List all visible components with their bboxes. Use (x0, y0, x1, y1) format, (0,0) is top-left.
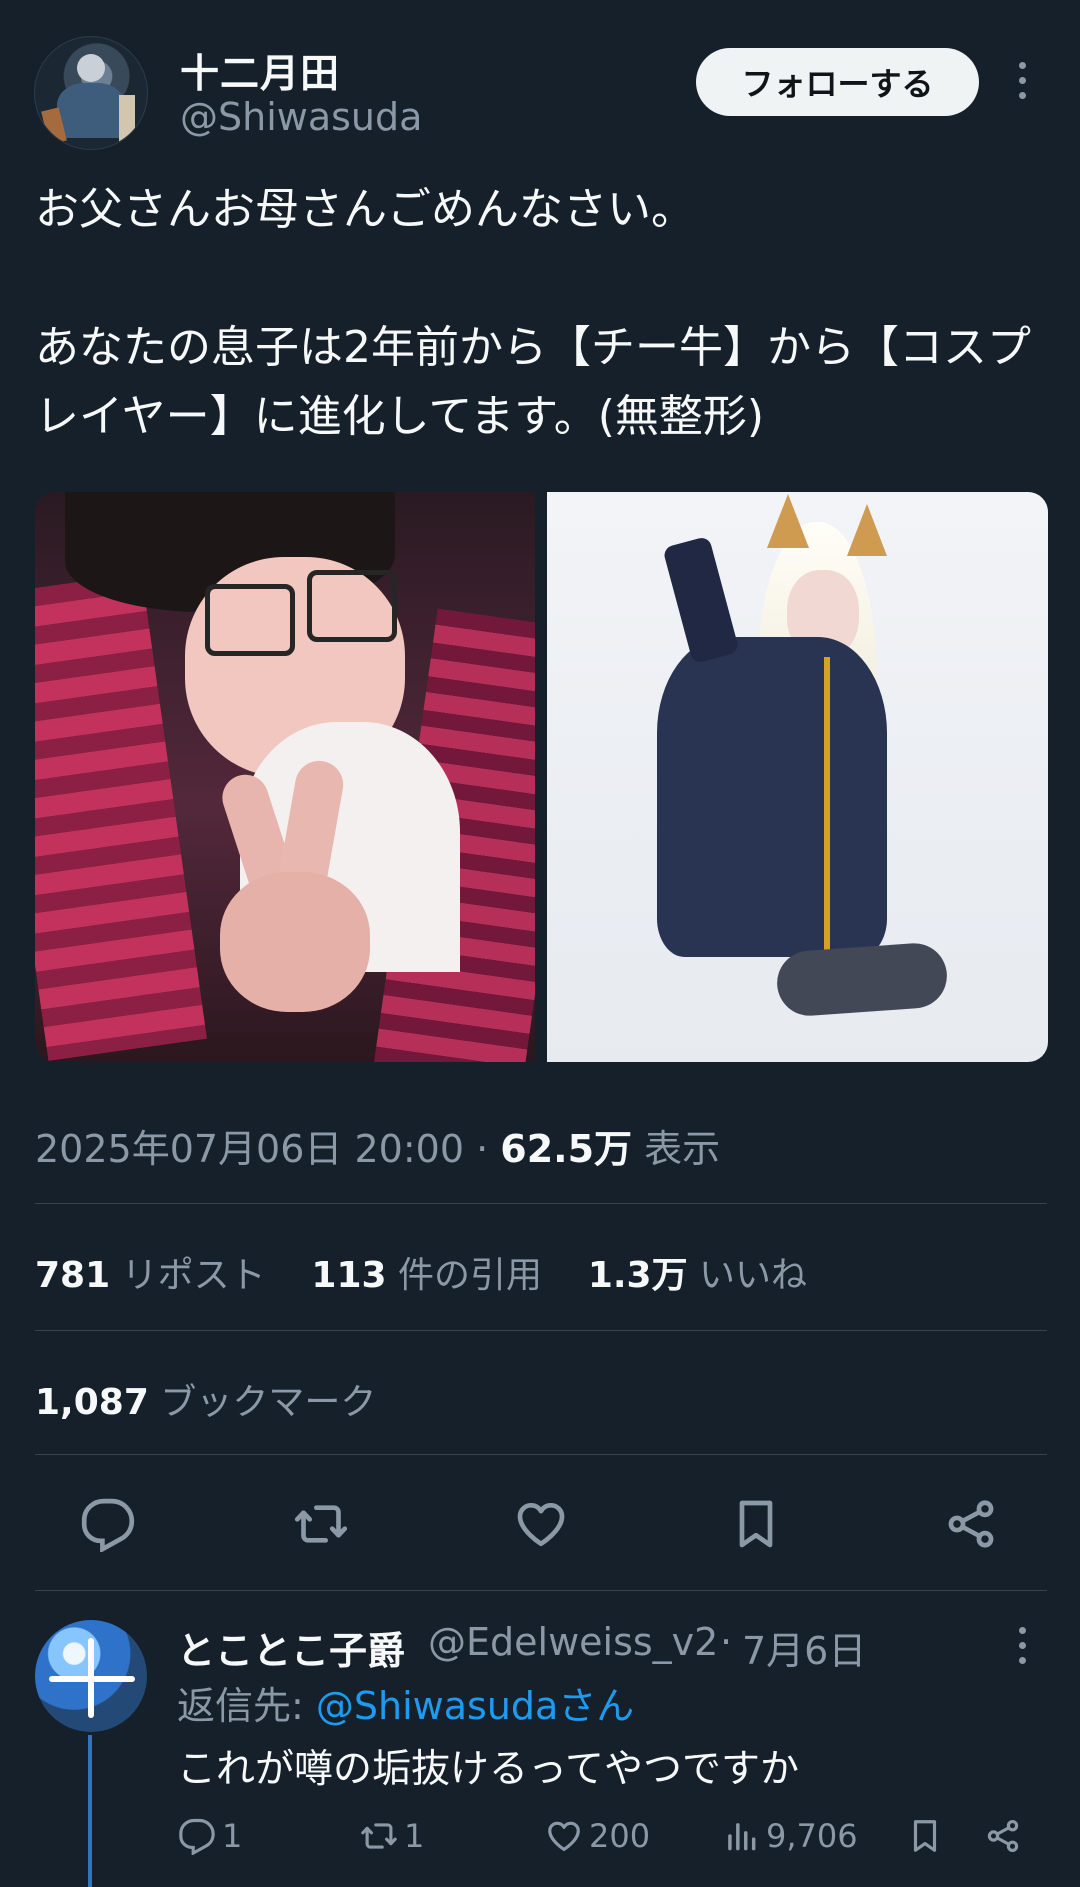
bookmarks-stat[interactable]: 1,087 ブックマーク (35, 1373, 376, 1425)
reply-text: これが噂の垢抜けるってやつですか (177, 1747, 800, 1792)
reply-share-button[interactable] (984, 1816, 1022, 1856)
reposts-label: リポスト (121, 1255, 266, 1296)
reply-handle[interactable]: @Edelweiss_v2 (428, 1620, 718, 1664)
reply-views-count: 9,706 (766, 1817, 858, 1855)
tweet-text: お父さんお母さんごめんなさい。 あなたの息子は2年前から【チー牛】から【コスプレ… (35, 184, 1031, 442)
reply-to-label: 返信先: (177, 1684, 316, 1728)
photo-after[interactable] (547, 492, 1048, 1062)
reply-to-line: 返信先: @Shiwasudaさん (177, 1675, 634, 1730)
divider (35, 1330, 1047, 1331)
quotes-stat[interactable]: 113 件の引用 (311, 1255, 542, 1296)
user-handle[interactable]: @Shiwasuda (180, 95, 422, 139)
reply-button[interactable] (80, 1496, 136, 1554)
quotes-count: 113 (311, 1255, 387, 1296)
like-button[interactable] (513, 1496, 569, 1552)
thread-line (88, 1735, 92, 1887)
reply-more-options-icon[interactable] (1013, 1627, 1031, 1671)
likes-count: 1.3万 (587, 1255, 688, 1296)
likes-label: いいね (699, 1255, 808, 1296)
reply-meta-separator: · (720, 1620, 733, 1664)
likes-stat[interactable]: 1.3万 いいね (588, 1255, 807, 1296)
heart-icon (548, 1821, 580, 1852)
bookmarks-label: ブックマーク (160, 1382, 377, 1423)
reply-bookmark-button[interactable] (906, 1816, 944, 1856)
reply-icon (179, 1818, 215, 1855)
views-count: 62.5万 (500, 1127, 633, 1171)
repost-icon (361, 1823, 397, 1849)
meta-separator: · (476, 1127, 489, 1171)
reply-avatar[interactable] (35, 1620, 147, 1732)
reposts-count: 781 (35, 1255, 111, 1296)
share-icon (948, 1500, 994, 1548)
reply-reply-button[interactable]: 1 (178, 1816, 242, 1856)
bookmark-icon (739, 1500, 773, 1548)
media-grid[interactable] (35, 492, 1048, 1062)
photo-before[interactable] (35, 492, 535, 1062)
engagement-stats: 781 リポスト 113 件の引用 1.3万 いいね (35, 1246, 807, 1298)
reply-like-button[interactable]: 200 (545, 1816, 650, 1856)
reply-reply-count: 1 (222, 1817, 243, 1855)
share-icon (987, 1820, 1019, 1852)
share-button[interactable] (943, 1496, 999, 1552)
repost-button[interactable] (293, 1496, 349, 1552)
reply-date[interactable]: 7月6日 (742, 1620, 866, 1675)
quotes-label: 件の引用 (398, 1255, 543, 1296)
reposts-stat[interactable]: 781 リポスト (35, 1255, 266, 1296)
repost-icon (294, 1505, 348, 1543)
bookmarks-count: 1,087 (35, 1382, 149, 1423)
views-icon (728, 1823, 756, 1851)
reply-views-button[interactable]: 9,706 (722, 1816, 858, 1856)
reply-repost-button[interactable]: 1 (360, 1816, 424, 1856)
follow-button[interactable]: フォローする (696, 48, 979, 116)
more-options-icon[interactable] (1013, 62, 1031, 106)
display-name[interactable]: 十二月田 (180, 43, 340, 99)
bookmark-button[interactable] (728, 1496, 784, 1552)
bookmark-icon (913, 1820, 937, 1852)
reply-repost-count: 1 (404, 1817, 425, 1855)
media-divider (535, 492, 547, 1062)
divider (35, 1203, 1047, 1204)
views-label: 表示 (644, 1127, 721, 1171)
tweet-meta: 2025年07月06日 20:00 · 62.5万 表示 (35, 1118, 720, 1173)
divider (35, 1454, 1047, 1455)
profile-avatar[interactable] (34, 36, 148, 150)
heart-icon (517, 1503, 565, 1547)
reply-icon (81, 1498, 135, 1554)
timestamp[interactable]: 2025年07月06日 20:00 (35, 1127, 464, 1171)
divider (35, 1590, 1047, 1591)
reply-display-name[interactable]: とことこ子爵 (177, 1620, 405, 1675)
reply-to-handle[interactable]: @Shiwasudaさん (316, 1684, 634, 1728)
reply-like-count: 200 (589, 1817, 651, 1855)
